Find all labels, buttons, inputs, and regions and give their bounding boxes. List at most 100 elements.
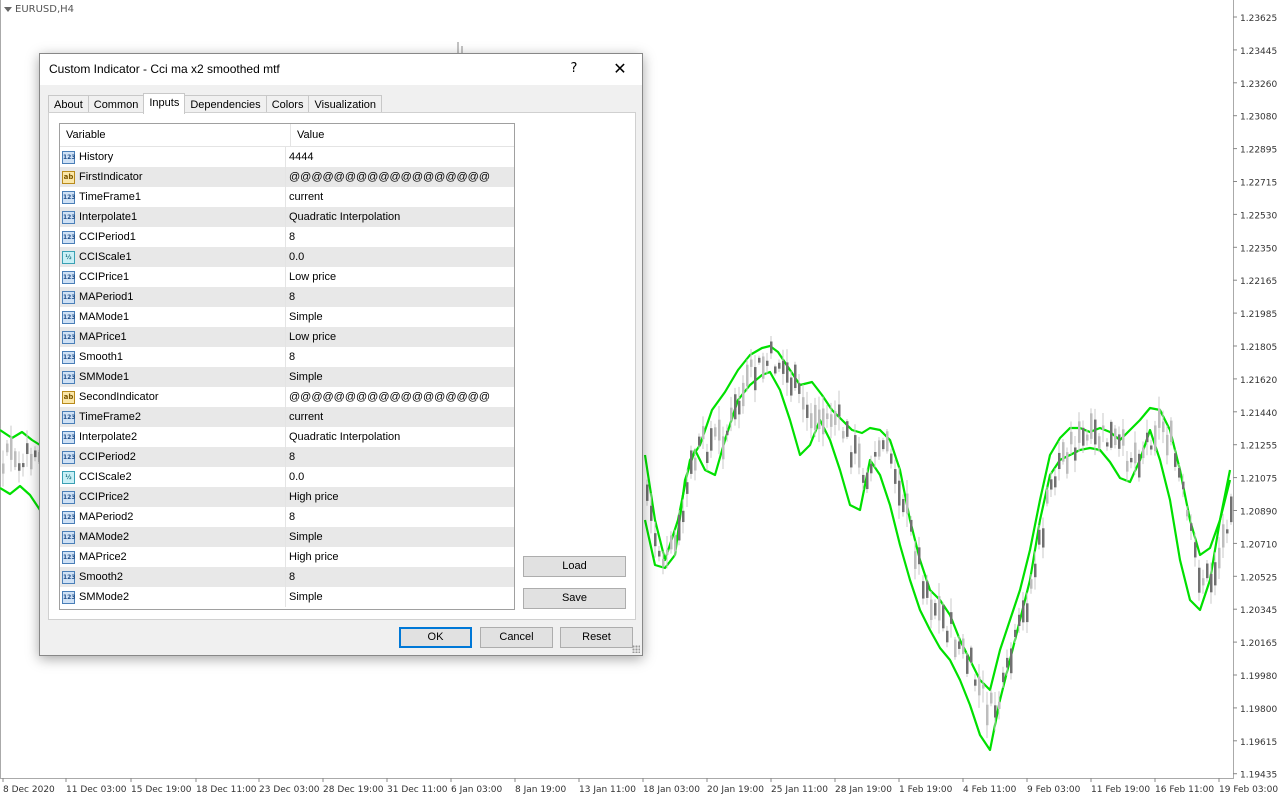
value-cell[interactable]: 8 xyxy=(286,451,295,463)
value-cell[interactable]: @@@@@@@@@@@@@@@@@@ xyxy=(286,391,490,403)
value-cell[interactable]: @@@@@@@@@@@@@@@@@@ xyxy=(286,171,490,183)
candle-body xyxy=(790,377,793,396)
value-cell[interactable]: 8 xyxy=(286,231,295,243)
candle-body xyxy=(30,453,33,470)
reset-button[interactable]: Reset xyxy=(560,627,633,648)
input-row[interactable]: 123 History 4444 xyxy=(60,147,514,167)
load-button[interactable]: Load xyxy=(523,556,626,577)
value-cell[interactable]: 4444 xyxy=(286,151,313,163)
candle-body xyxy=(750,359,753,367)
input-row[interactable]: 123 SMMode2 Simple xyxy=(60,587,514,607)
dialog-titlebar[interactable]: Custom Indicator - Cci ma x2 smoothed mt… xyxy=(40,54,642,85)
input-row[interactable]: 123 MAPeriod2 8 xyxy=(60,507,514,527)
candle-body xyxy=(722,436,725,460)
value-cell[interactable]: current xyxy=(286,191,323,203)
input-row[interactable]: 123 CCIPeriod2 8 xyxy=(60,447,514,467)
time-label: 8 Dec 2020 xyxy=(3,785,55,795)
candle-body xyxy=(674,535,677,552)
candle-body xyxy=(958,641,961,649)
candle-body xyxy=(978,676,981,696)
candle-body xyxy=(734,394,737,420)
input-row[interactable]: 123 CCIPeriod1 8 xyxy=(60,227,514,247)
variable-cell: ab FirstIndicator xyxy=(60,167,286,187)
value-cell[interactable]: 8 xyxy=(286,351,295,363)
resize-grip-icon[interactable] xyxy=(632,645,640,653)
candle-body xyxy=(654,533,657,547)
candle-body xyxy=(806,404,809,418)
value-cell[interactable]: Simple xyxy=(286,311,323,323)
value-cell[interactable]: 0.0 xyxy=(286,471,304,483)
input-row[interactable]: 123 TimeFrame2 current xyxy=(60,407,514,427)
input-row[interactable]: 123 Interpolate1 Quadratic Interpolation xyxy=(60,207,514,227)
input-row[interactable]: 123 MAMode1 Simple xyxy=(60,307,514,327)
close-button[interactable]: ✕ xyxy=(606,58,634,80)
save-button[interactable]: Save xyxy=(523,588,626,609)
indicator-line xyxy=(643,370,1232,752)
candle-body xyxy=(1090,413,1093,439)
value-cell[interactable]: Low price xyxy=(286,271,336,283)
candle-body xyxy=(1126,460,1129,472)
candle-body xyxy=(1122,429,1125,446)
help-button[interactable]: ? xyxy=(562,58,586,80)
input-row[interactable]: 123 CCIPrice2 High price xyxy=(60,487,514,507)
candle-body xyxy=(882,440,885,450)
input-row[interactable]: 123 MAMode2 Simple xyxy=(60,527,514,547)
candle-body xyxy=(802,397,805,410)
candle-body xyxy=(834,411,837,425)
ok-button[interactable]: OK xyxy=(399,627,472,648)
candle-body xyxy=(26,443,29,455)
value-cell[interactable]: High price xyxy=(286,551,339,563)
value-cell[interactable]: Simple xyxy=(286,531,323,543)
input-row[interactable]: 123 TimeFrame1 current xyxy=(60,187,514,207)
input-row[interactable]: ½ CCIScale2 0.0 xyxy=(60,467,514,487)
input-row[interactable]: 123 CCIPrice1 Low price xyxy=(60,267,514,287)
input-row[interactable]: 123 Smooth2 8 xyxy=(60,567,514,587)
variable-cell: 123 MAPeriod2 xyxy=(60,507,286,527)
price-label: 1.21620 xyxy=(1240,376,1277,386)
candle-body xyxy=(1094,419,1097,445)
inputs-grid[interactable]: Variable Value 123 History 4444 ab FirstIndi… xyxy=(59,123,515,610)
candle-body xyxy=(922,581,925,599)
cancel-button[interactable]: Cancel xyxy=(480,627,553,648)
symbol-label[interactable]: EURUSD,H4 xyxy=(4,4,74,15)
value-cell[interactable]: 8 xyxy=(286,571,295,583)
variable-name: MAPeriod1 xyxy=(79,291,134,303)
value-cell[interactable]: Quadratic Interpolation xyxy=(286,431,400,443)
input-row[interactable]: 123 MAPeriod1 8 xyxy=(60,287,514,307)
string-type-icon: ab xyxy=(62,170,75,184)
input-row[interactable]: 123 Interpolate2 Quadratic Interpolation xyxy=(60,427,514,447)
variable-cell: 123 History xyxy=(60,147,286,167)
value-cell[interactable]: Quadratic Interpolation xyxy=(286,211,400,223)
input-row[interactable]: ab SecondIndicator @@@@@@@@@@@@@@@@@@ xyxy=(60,387,514,407)
variable-cell: 123 CCIPrice1 xyxy=(60,267,286,287)
variable-cell: 123 MAMode1 xyxy=(60,307,286,327)
variable-name: CCIScale2 xyxy=(79,471,132,483)
input-row[interactable]: 123 MAPrice2 High price xyxy=(60,547,514,567)
variable-name: CCIPeriod2 xyxy=(79,451,136,463)
candle-body xyxy=(1022,600,1025,623)
value-cell[interactable]: 0.0 xyxy=(286,251,304,263)
column-header-variable[interactable]: Variable xyxy=(60,124,291,146)
column-header-value[interactable]: Value xyxy=(291,124,324,146)
value-cell[interactable]: Simple xyxy=(286,591,323,603)
input-row[interactable]: 123 SMMode1 Simple xyxy=(60,367,514,387)
value-cell[interactable]: High price xyxy=(286,491,339,503)
candle-body xyxy=(1198,567,1201,593)
candle-body xyxy=(894,469,897,484)
value-cell[interactable]: 8 xyxy=(286,291,295,303)
candle-body xyxy=(1054,476,1057,488)
value-cell[interactable]: Low price xyxy=(286,331,336,343)
value-cell[interactable]: 8 xyxy=(286,511,295,523)
value-cell[interactable]: current xyxy=(286,411,323,423)
input-row[interactable]: ½ CCIScale1 0.0 xyxy=(60,247,514,267)
value-cell[interactable]: Simple xyxy=(286,371,323,383)
int-type-icon: 123 xyxy=(62,350,76,364)
input-row[interactable]: ab FirstIndicator @@@@@@@@@@@@@@@@@@ xyxy=(60,167,514,187)
candle-body xyxy=(698,436,701,446)
candle-body xyxy=(738,400,741,415)
input-row[interactable]: 123 MAPrice1 Low price xyxy=(60,327,514,347)
tab-inputs[interactable]: Inputs xyxy=(143,93,186,114)
candle-body xyxy=(846,421,849,437)
input-row[interactable]: 123 Smooth1 8 xyxy=(60,347,514,367)
candle-body xyxy=(906,493,909,514)
